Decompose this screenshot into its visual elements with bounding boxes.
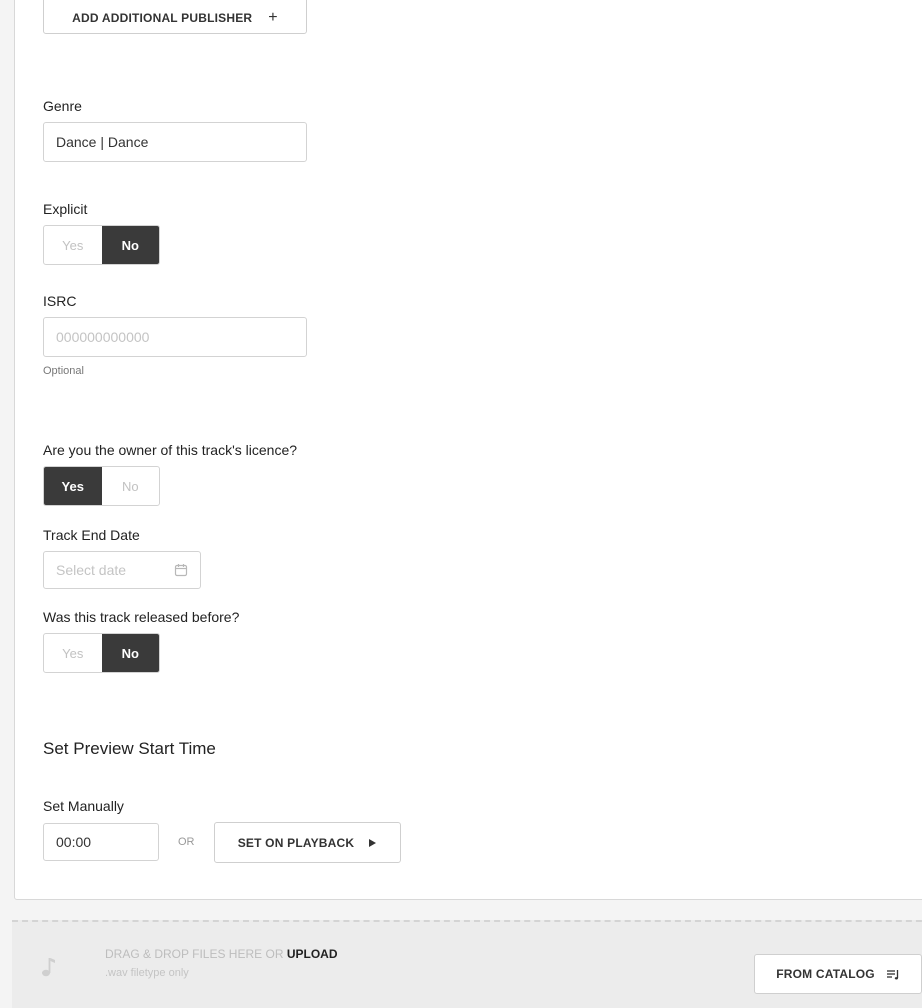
isrc-label: ISRC <box>43 293 77 309</box>
upload-dropzone[interactable]: DRAG & DROP FILES HERE OR UPLOAD .wav fi… <box>12 920 922 1008</box>
preview-section-title: Set Preview Start Time <box>43 739 216 758</box>
released-no-option[interactable]: No <box>101 634 159 672</box>
isrc-field[interactable]: 000000000000 <box>43 317 307 357</box>
licence-yes-option[interactable]: Yes <box>44 467 102 505</box>
released-yes-option[interactable]: Yes <box>44 634 102 672</box>
or-separator: OR <box>178 836 195 848</box>
upload-link[interactable]: UPLOAD <box>287 947 338 961</box>
released-before-toggle: Yes No <box>43 633 160 673</box>
calendar-icon <box>174 564 188 577</box>
licence-no-option[interactable]: No <box>102 467 160 505</box>
preview-time-field[interactable]: 00:00 <box>43 823 159 861</box>
play-icon <box>369 838 377 847</box>
licence-owner-label: Are you the owner of this track's licenc… <box>43 442 298 458</box>
isrc-optional-hint: Optional <box>43 365 84 377</box>
music-note-icon <box>42 958 55 977</box>
explicit-no-option[interactable]: No <box>101 226 159 264</box>
set-on-playback-label: SET ON PLAYBACK <box>237 835 355 850</box>
explicit-label: Explicit <box>43 201 88 217</box>
filetype-hint: .wav filetype only <box>105 967 189 979</box>
explicit-yes-option[interactable]: Yes <box>44 226 102 264</box>
dropzone-text: DRAG & DROP FILES HERE OR <box>105 947 284 961</box>
track-end-date-label: Track End Date <box>43 527 140 543</box>
explicit-toggle: Yes No <box>43 225 160 265</box>
playlist-icon <box>886 969 898 979</box>
track-end-date-field[interactable]: Select date <box>43 551 201 589</box>
track-end-date-placeholder: Select date <box>56 562 127 578</box>
genre-field[interactable]: Dance | Dance <box>43 122 307 162</box>
add-publisher-button[interactable]: ADD ADDITIONAL PUBLISHER + <box>43 0 307 34</box>
dropzone-instructions: DRAG & DROP FILES HERE OR UPLOAD <box>105 947 338 961</box>
genre-label: Genre <box>43 98 82 114</box>
set-manually-label: Set Manually <box>43 798 124 814</box>
set-on-playback-button[interactable]: SET ON PLAYBACK <box>214 822 401 863</box>
plus-icon: + <box>268 9 278 26</box>
add-publisher-label: ADD ADDITIONAL PUBLISHER <box>72 11 253 25</box>
from-catalog-label: FROM CATALOG <box>776 967 875 981</box>
released-before-label: Was this track released before? <box>43 609 240 625</box>
from-catalog-button[interactable]: FROM CATALOG <box>754 954 922 994</box>
licence-owner-toggle: Yes No <box>43 466 160 506</box>
